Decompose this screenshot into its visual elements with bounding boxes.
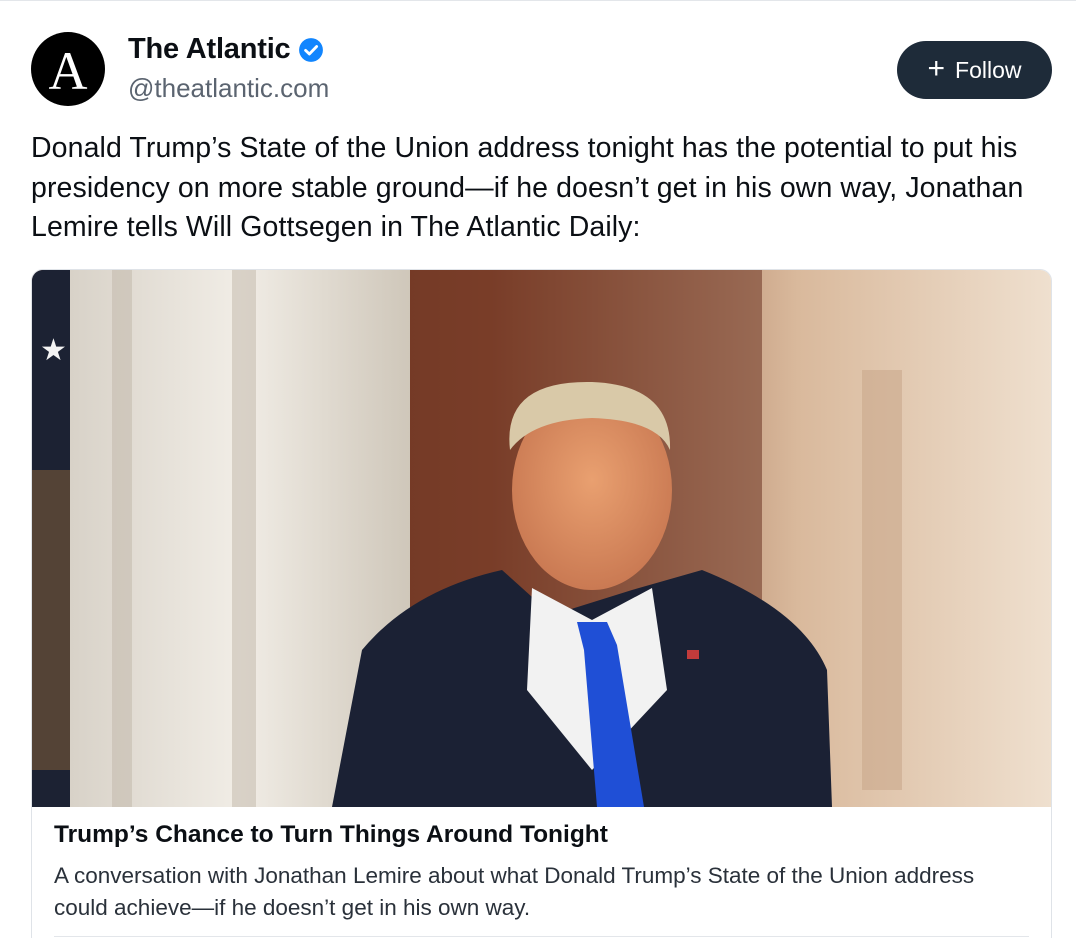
link-card-title[interactable]: Trump’s Chance to Turn Things Around Ton… [54,821,608,849]
plus-icon: + [927,51,946,85]
post-text: Donald Trump’s State of the Union addres… [31,132,1024,243]
verified-badge-icon [299,37,324,62]
photo-of-trump: ★ ★ [32,270,1051,807]
author-handle[interactable]: @theatlantic.com [128,73,329,104]
card-divider [54,936,1029,937]
link-preview-card[interactable]: ★ ★ Trump’s Chance to Turn Things Around… [31,269,1052,938]
follow-button[interactable]: + Follow [897,41,1052,99]
link-preview-thumbnail[interactable]: ★ ★ [32,270,1051,807]
follow-button-label: Follow [955,56,1022,83]
author-avatar[interactable]: A [31,32,105,106]
avatar-logo-letter: A [48,41,88,101]
author-name-row: The Atlantic [128,33,324,66]
link-card-description: A conversation with Jonathan Lemire abou… [54,863,975,920]
author-display-name[interactable]: The Atlantic [128,33,291,66]
post-card: A The Atlantic @theatlantic.com + Follow… [0,0,1076,938]
